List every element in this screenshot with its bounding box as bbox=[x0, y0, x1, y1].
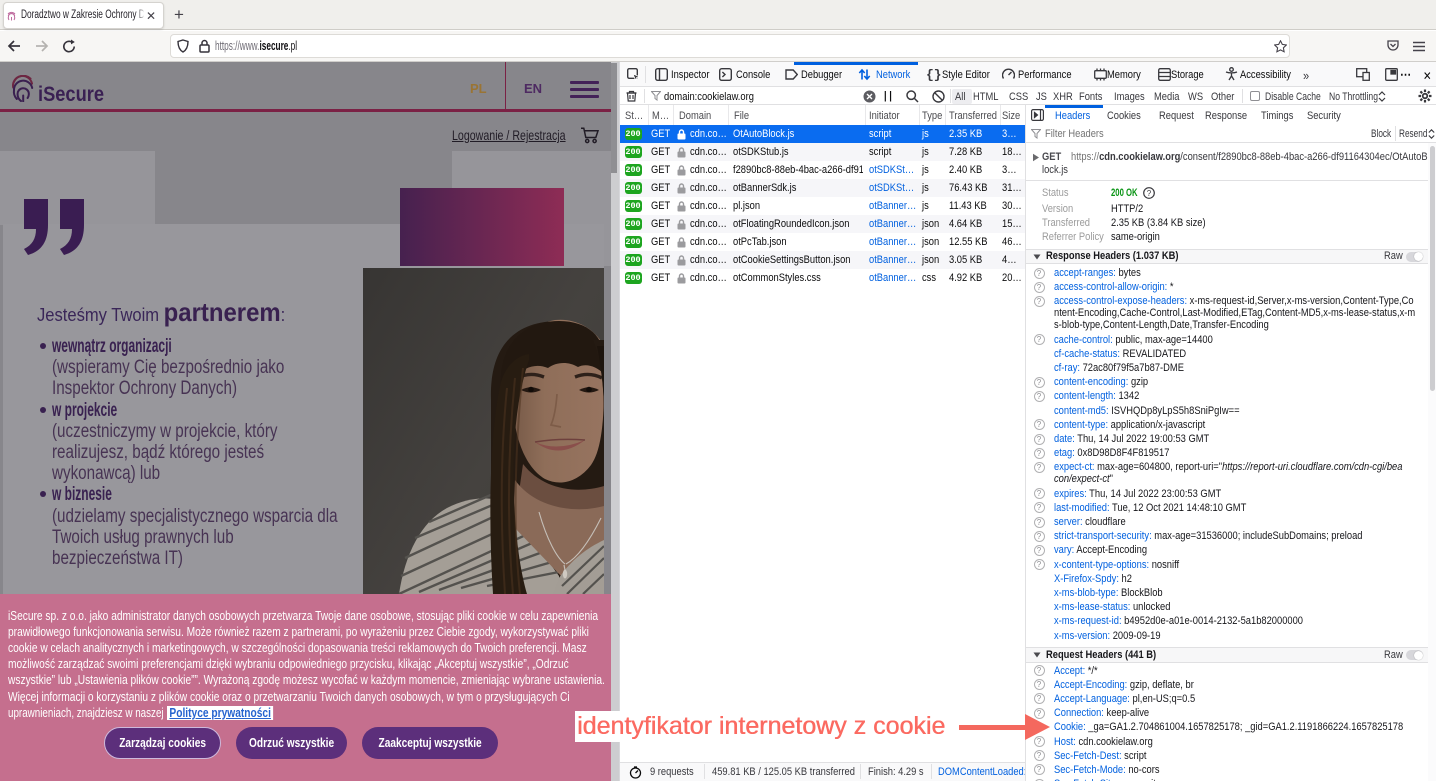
svg-text:?: ? bbox=[1146, 188, 1151, 197]
svg-text:{}: {} bbox=[926, 68, 942, 82]
